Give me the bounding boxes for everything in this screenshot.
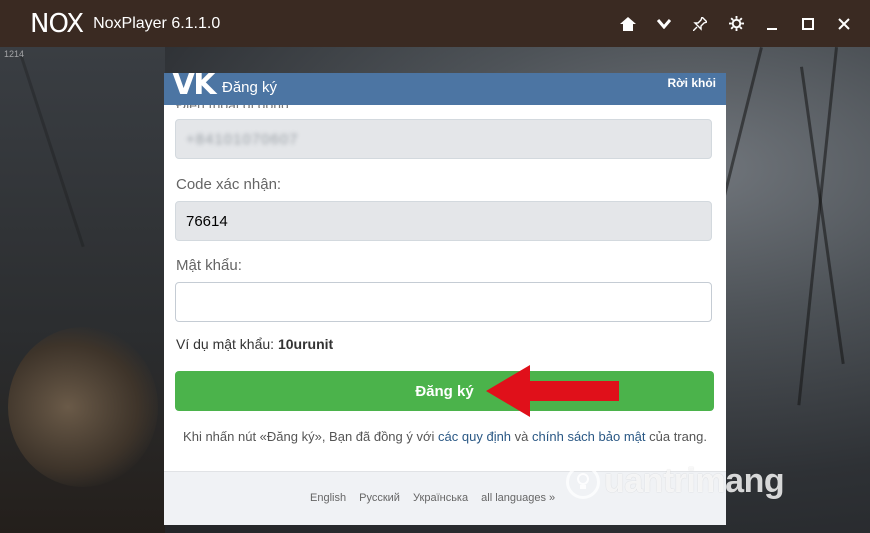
vk-logo: VK [172, 73, 216, 102]
window-title: NoxPlayer 6.1.1.0 [93, 14, 221, 32]
password-label: Mật khẩu: [176, 257, 242, 274]
lang-english[interactable]: English [310, 492, 346, 504]
window-titlebar: NOX NoxPlayer 6.1.1.0 [0, 0, 870, 47]
privacy-link[interactable]: chính sách bảo mật [532, 429, 645, 444]
code-field[interactable]: 76614 [175, 201, 712, 241]
home-icon[interactable] [610, 16, 646, 31]
signup-button[interactable]: Đăng ký [175, 371, 714, 411]
maximize-icon[interactable] [790, 17, 826, 31]
dialog-title: Đăng ký [222, 79, 278, 96]
corner-counter: 1214 [4, 49, 25, 59]
watermark: uantrimang [566, 462, 785, 501]
watermark-text: uantrimang [604, 462, 785, 500]
signup-button-label: Đăng ký [415, 382, 474, 400]
background-boot-shape [8, 327, 158, 487]
terms-prefix: Khi nhấn nút «Đăng ký», Bạn đã đồng ý vớ… [183, 429, 435, 444]
password-hint: Ví dụ mật khẩu: 10urunit [176, 336, 333, 352]
nox-logo: NOX [30, 8, 84, 39]
lang-all[interactable]: all languages » [481, 492, 555, 504]
code-label: Code xác nhận: [176, 176, 282, 193]
phone-value: +84101070607 [186, 130, 299, 148]
red-arrow-icon [486, 365, 619, 417]
rules-link[interactable]: các quy định [438, 429, 511, 444]
minimize-icon[interactable] [754, 17, 790, 31]
chevron-down-icon[interactable] [646, 18, 682, 29]
close-icon[interactable] [826, 17, 862, 31]
language-list: English Русский Українська all languages… [310, 492, 565, 504]
code-value: 76614 [186, 212, 228, 230]
dialog-header: VK Đăng ký Rời khỏi [164, 73, 726, 105]
pin-icon[interactable] [682, 16, 718, 31]
terms-and: và [514, 429, 529, 444]
hint-example: 10urunit [277, 336, 334, 352]
window-controls [610, 0, 862, 47]
password-field[interactable] [175, 282, 712, 322]
terms-text: Khi nhấn nút «Đăng ký», Bạn đã đồng ý vớ… [176, 427, 714, 447]
hint-prefix: Ví dụ mật khẩu: [176, 336, 275, 352]
gear-icon[interactable] [718, 16, 754, 31]
lightbulb-icon [566, 464, 600, 499]
vk-signup-dialog: Điện thoại di động: VK Đăng ký Rời khỏi … [164, 73, 726, 525]
lang-russian[interactable]: Русский [359, 492, 400, 504]
background-rope [797, 47, 838, 406]
exit-link[interactable]: Rời khỏi [667, 76, 716, 90]
phone-field[interactable]: +84101070607 [175, 119, 712, 159]
terms-suffix: của trang. [649, 429, 707, 444]
lang-ukrainian[interactable]: Українська [413, 492, 468, 504]
